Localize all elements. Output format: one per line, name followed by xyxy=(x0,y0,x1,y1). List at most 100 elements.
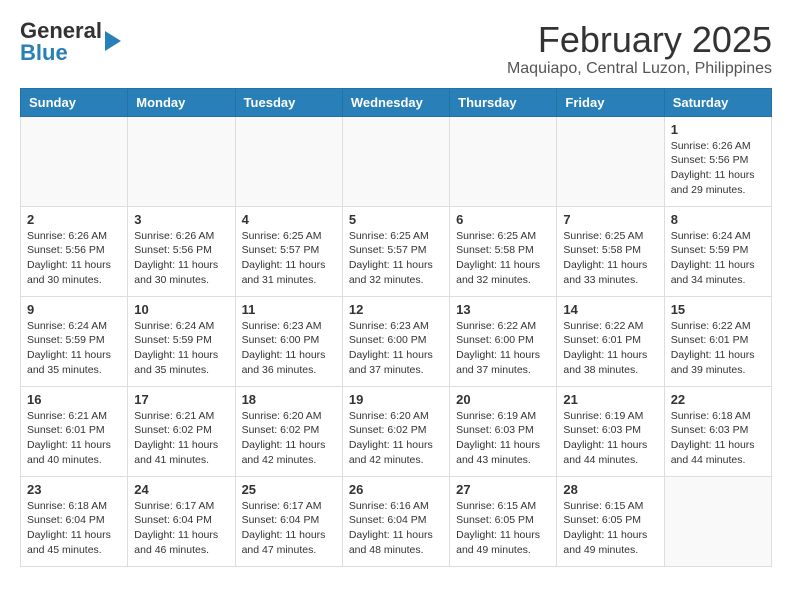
day-info: Sunrise: 6:26 AM Sunset: 5:56 PM Dayligh… xyxy=(27,229,121,288)
day-info: Sunrise: 6:26 AM Sunset: 5:56 PM Dayligh… xyxy=(671,139,765,198)
weekday-header: Friday xyxy=(557,88,664,116)
day-number: 1 xyxy=(671,122,765,137)
day-number: 22 xyxy=(671,392,765,407)
month-title: February 2025 xyxy=(507,20,772,60)
day-number: 12 xyxy=(349,302,443,317)
calendar-day-cell: 1 Sunrise: 6:26 AM Sunset: 5:56 PM Daylig… xyxy=(664,116,771,206)
weekday-header: Monday xyxy=(128,88,235,116)
day-info: Sunrise: 6:22 AM Sunset: 6:01 PM Dayligh… xyxy=(563,319,657,378)
calendar-day-cell: 25Sunrise: 6:17 AM Sunset: 6:04 PM Dayli… xyxy=(235,476,342,566)
calendar-week-row: 1 Sunrise: 6:26 AM Sunset: 5:56 PM Daylig… xyxy=(21,116,772,206)
calendar-day-cell: 20Sunrise: 6:19 AM Sunset: 6:03 PM Dayli… xyxy=(450,386,557,476)
day-info: Sunrise: 6:23 AM Sunset: 6:00 PM Dayligh… xyxy=(349,319,443,378)
calendar-day-cell: 16Sunrise: 6:21 AM Sunset: 6:01 PM Dayli… xyxy=(21,386,128,476)
calendar-day-cell: 19 Sunrise: 6:20 AM Sunset: 6:02 PM Dayli… xyxy=(342,386,449,476)
calendar-day-cell: 4Sunrise: 6:25 AM Sunset: 5:57 PM Daylig… xyxy=(235,206,342,296)
day-number: 27 xyxy=(456,482,550,497)
calendar-day-cell xyxy=(557,116,664,206)
day-info: Sunrise: 6:21 AM Sunset: 6:01 PM Dayligh… xyxy=(27,409,121,468)
day-info: Sunrise: 6:19 AM Sunset: 6:03 PM Dayligh… xyxy=(456,409,550,468)
calendar-header-row: SundayMondayTuesdayWednesdayThursdayFrid… xyxy=(21,88,772,116)
day-info: Sunrise: 6:20 AM Sunset: 6:02 PM Dayligh… xyxy=(349,409,443,468)
calendar-day-cell: 13 Sunrise: 6:22 AM Sunset: 6:00 PM Dayli… xyxy=(450,296,557,386)
day-number: 6 xyxy=(456,212,550,227)
day-number: 18 xyxy=(242,392,336,407)
calendar-day-cell xyxy=(450,116,557,206)
calendar-week-row: 9Sunrise: 6:24 AM Sunset: 5:59 PM Daylig… xyxy=(21,296,772,386)
day-info: Sunrise: 6:22 AM Sunset: 6:01 PM Dayligh… xyxy=(671,319,765,378)
day-number: 13 xyxy=(456,302,550,317)
calendar-day-cell: 11 Sunrise: 6:23 AM Sunset: 6:00 PM Dayli… xyxy=(235,296,342,386)
calendar-day-cell: 17Sunrise: 6:21 AM Sunset: 6:02 PM Dayli… xyxy=(128,386,235,476)
day-number: 10 xyxy=(134,302,228,317)
calendar-day-cell: 8 Sunrise: 6:24 AM Sunset: 5:59 PM Daylig… xyxy=(664,206,771,296)
calendar-day-cell: 26 Sunrise: 6:16 AM Sunset: 6:04 PM Dayli… xyxy=(342,476,449,566)
day-number: 17 xyxy=(134,392,228,407)
calendar-day-cell: 10 Sunrise: 6:24 AM Sunset: 5:59 PM Dayli… xyxy=(128,296,235,386)
calendar-day-cell: 28 Sunrise: 6:15 AM Sunset: 6:05 PM Dayli… xyxy=(557,476,664,566)
day-info: Sunrise: 6:19 AM Sunset: 6:03 PM Dayligh… xyxy=(563,409,657,468)
logo-blue: Blue xyxy=(20,42,102,64)
calendar-day-cell: 23 Sunrise: 6:18 AM Sunset: 6:04 PM Dayli… xyxy=(21,476,128,566)
calendar-day-cell xyxy=(128,116,235,206)
day-number: 28 xyxy=(563,482,657,497)
day-info: Sunrise: 6:15 AM Sunset: 6:05 PM Dayligh… xyxy=(563,499,657,558)
weekday-header: Sunday xyxy=(21,88,128,116)
day-number: 14 xyxy=(563,302,657,317)
day-info: Sunrise: 6:22 AM Sunset: 6:00 PM Dayligh… xyxy=(456,319,550,378)
day-info: Sunrise: 6:25 AM Sunset: 5:57 PM Dayligh… xyxy=(349,229,443,288)
weekday-header: Saturday xyxy=(664,88,771,116)
calendar-day-cell: 7 Sunrise: 6:25 AM Sunset: 5:58 PM Daylig… xyxy=(557,206,664,296)
page-header: General Blue February 2025 Maquiapo, Cen… xyxy=(20,20,772,78)
day-info: Sunrise: 6:18 AM Sunset: 6:04 PM Dayligh… xyxy=(27,499,121,558)
calendar-day-cell: 15 Sunrise: 6:22 AM Sunset: 6:01 PM Dayli… xyxy=(664,296,771,386)
title-block: February 2025 Maquiapo, Central Luzon, P… xyxy=(507,20,772,78)
calendar-day-cell xyxy=(21,116,128,206)
day-number: 15 xyxy=(671,302,765,317)
calendar-day-cell: 18 Sunrise: 6:20 AM Sunset: 6:02 PM Dayli… xyxy=(235,386,342,476)
day-number: 5 xyxy=(349,212,443,227)
calendar-day-cell: 22 Sunrise: 6:18 AM Sunset: 6:03 PM Dayli… xyxy=(664,386,771,476)
calendar-day-cell: 3 Sunrise: 6:26 AM Sunset: 5:56 PM Daylig… xyxy=(128,206,235,296)
location: Maquiapo, Central Luzon, Philippines xyxy=(507,60,772,78)
logo-general: General xyxy=(20,20,102,42)
day-number: 19 xyxy=(349,392,443,407)
calendar-day-cell: 9Sunrise: 6:24 AM Sunset: 5:59 PM Daylig… xyxy=(21,296,128,386)
day-number: 23 xyxy=(27,482,121,497)
day-number: 21 xyxy=(563,392,657,407)
day-info: Sunrise: 6:24 AM Sunset: 5:59 PM Dayligh… xyxy=(134,319,228,378)
calendar-day-cell: 2 Sunrise: 6:26 AM Sunset: 5:56 PM Daylig… xyxy=(21,206,128,296)
day-number: 2 xyxy=(27,212,121,227)
day-info: Sunrise: 6:17 AM Sunset: 6:04 PM Dayligh… xyxy=(134,499,228,558)
day-number: 26 xyxy=(349,482,443,497)
weekday-header: Thursday xyxy=(450,88,557,116)
day-number: 11 xyxy=(242,302,336,317)
calendar-week-row: 16Sunrise: 6:21 AM Sunset: 6:01 PM Dayli… xyxy=(21,386,772,476)
day-info: Sunrise: 6:23 AM Sunset: 6:00 PM Dayligh… xyxy=(242,319,336,378)
calendar-day-cell: 14 Sunrise: 6:22 AM Sunset: 6:01 PM Dayli… xyxy=(557,296,664,386)
day-number: 8 xyxy=(671,212,765,227)
day-number: 4 xyxy=(242,212,336,227)
calendar-day-cell: 5 Sunrise: 6:25 AM Sunset: 5:57 PM Daylig… xyxy=(342,206,449,296)
calendar-week-row: 2 Sunrise: 6:26 AM Sunset: 5:56 PM Daylig… xyxy=(21,206,772,296)
calendar-day-cell xyxy=(342,116,449,206)
day-info: Sunrise: 6:24 AM Sunset: 5:59 PM Dayligh… xyxy=(671,229,765,288)
day-info: Sunrise: 6:18 AM Sunset: 6:03 PM Dayligh… xyxy=(671,409,765,468)
day-number: 7 xyxy=(563,212,657,227)
day-number: 24 xyxy=(134,482,228,497)
calendar-day-cell: 24 Sunrise: 6:17 AM Sunset: 6:04 PM Dayli… xyxy=(128,476,235,566)
calendar-table: SundayMondayTuesdayWednesdayThursdayFrid… xyxy=(20,88,772,567)
day-info: Sunrise: 6:25 AM Sunset: 5:58 PM Dayligh… xyxy=(563,229,657,288)
day-info: Sunrise: 6:25 AM Sunset: 5:58 PM Dayligh… xyxy=(456,229,550,288)
day-info: Sunrise: 6:16 AM Sunset: 6:04 PM Dayligh… xyxy=(349,499,443,558)
day-info: Sunrise: 6:20 AM Sunset: 6:02 PM Dayligh… xyxy=(242,409,336,468)
logo: General Blue xyxy=(20,20,121,64)
weekday-header: Wednesday xyxy=(342,88,449,116)
day-info: Sunrise: 6:17 AM Sunset: 6:04 PM Dayligh… xyxy=(242,499,336,558)
day-number: 3 xyxy=(134,212,228,227)
calendar-day-cell: 21 Sunrise: 6:19 AM Sunset: 6:03 PM Dayli… xyxy=(557,386,664,476)
weekday-header: Tuesday xyxy=(235,88,342,116)
calendar-day-cell: 12 Sunrise: 6:23 AM Sunset: 6:00 PM Dayli… xyxy=(342,296,449,386)
calendar-day-cell: 6 Sunrise: 6:25 AM Sunset: 5:58 PM Daylig… xyxy=(450,206,557,296)
day-info: Sunrise: 6:26 AM Sunset: 5:56 PM Dayligh… xyxy=(134,229,228,288)
